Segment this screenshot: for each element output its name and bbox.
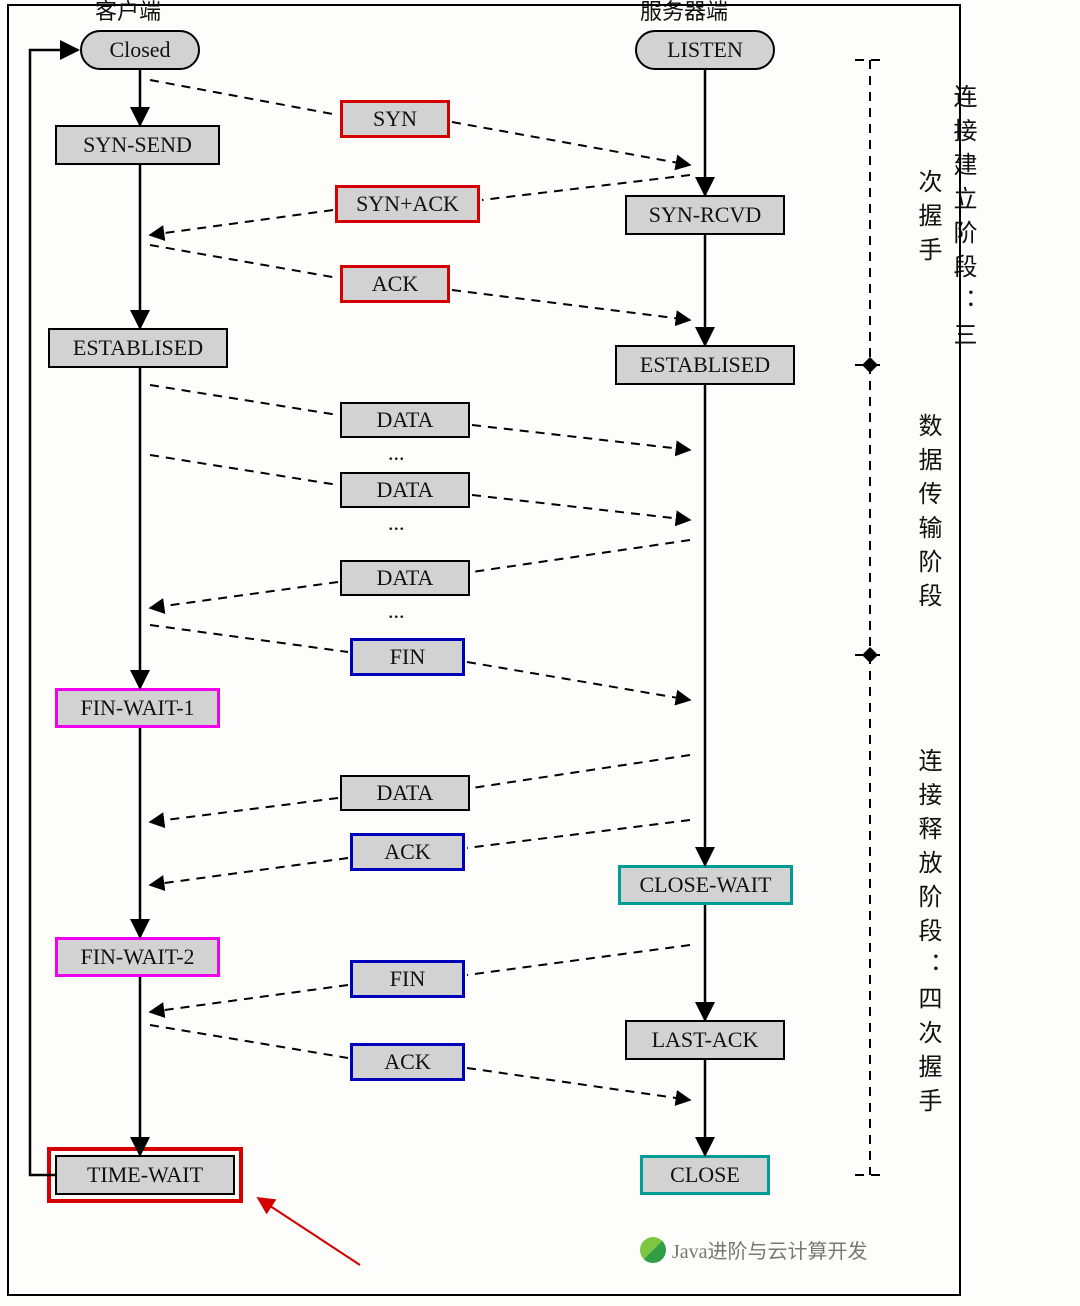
state-closed: Closed (80, 30, 200, 70)
watermark: Java进阶与云计算开发 (640, 1235, 868, 1264)
state-syn-send: SYN-SEND (55, 125, 220, 165)
ellipsis-2: ... (388, 510, 405, 536)
tcp-state-diagram: 客户端 服务器端 Closed SYN-SEND ESTABLISED FIN-… (0, 0, 1080, 1306)
state-fin-wait-1: FIN-WAIT-1 (55, 688, 220, 728)
msg-ack-1: ACK (340, 265, 450, 303)
msg-syn-ack: SYN+ACK (335, 185, 480, 223)
state-listen: LISTEN (635, 30, 775, 70)
msg-ack-2: ACK (350, 833, 465, 871)
wechat-icon (640, 1237, 666, 1263)
watermark-text: Java进阶与云计算开发 (672, 1235, 868, 1264)
header-server: 服务器端 (640, 0, 728, 26)
state-close-wait: CLOSE-WAIT (618, 865, 793, 905)
msg-ack-3: ACK (350, 1043, 465, 1081)
state-last-ack: LAST-ACK (625, 1020, 785, 1060)
msg-data-1: DATA (340, 402, 470, 438)
ellipsis-1: ... (388, 440, 405, 466)
msg-fin-1: FIN (350, 638, 465, 676)
phase-transfer: 数据传输阶段 (910, 400, 945, 630)
header-client: 客户端 (95, 0, 161, 26)
phase-release: 连接释放阶段：四次握手 (910, 720, 945, 1150)
state-established-server: ESTABLISED (615, 345, 795, 385)
state-close: CLOSE (640, 1155, 770, 1195)
msg-data-2: DATA (340, 472, 470, 508)
phase-establish: 连接建立阶段：三次握手 (910, 75, 980, 365)
msg-data-3: DATA (340, 560, 470, 596)
state-time-wait: TIME-WAIT (55, 1155, 235, 1195)
state-syn-rcvd: SYN-RCVD (625, 195, 785, 235)
msg-fin-2: FIN (350, 960, 465, 998)
state-established-client: ESTABLISED (48, 328, 228, 368)
ellipsis-3: ... (388, 598, 405, 624)
msg-data-4: DATA (340, 775, 470, 811)
msg-syn: SYN (340, 100, 450, 138)
state-fin-wait-2: FIN-WAIT-2 (55, 937, 220, 977)
